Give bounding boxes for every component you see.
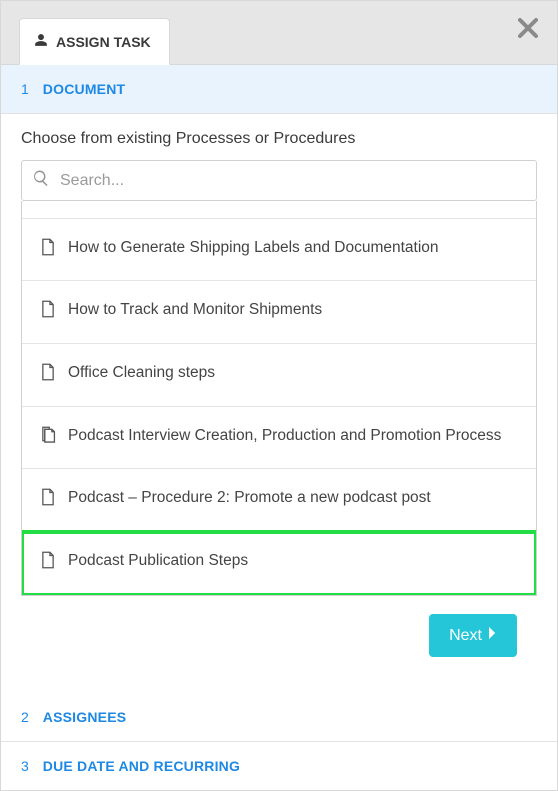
process-list-scroll[interactable]: How To Create a YouTube Thumbnail in Can…	[22, 201, 536, 595]
list-item[interactable]: Podcast Interview Creation, Production a…	[22, 407, 536, 470]
search-input[interactable]	[60, 172, 526, 190]
list-item-label: Podcast – Procedure 2: Promote a new pod…	[68, 487, 431, 509]
step-1-header[interactable]: 1 DOCUMENT	[1, 65, 557, 114]
step-2-number: 2	[21, 709, 29, 725]
list-item[interactable]: How to Track and Monitor Shipments	[22, 281, 536, 344]
list-item-label: Podcast Interview Creation, Production a…	[68, 425, 501, 447]
modal-header: ASSIGN TASK	[1, 1, 557, 65]
search-field-wrap[interactable]	[21, 160, 537, 201]
step-2-title: ASSIGNEES	[43, 709, 127, 725]
choose-label: Choose from existing Processes or Proced…	[21, 130, 537, 148]
step-3-header[interactable]: 3 DUE DATE AND RECURRING	[1, 742, 557, 790]
next-row: Next	[21, 596, 537, 675]
assign-task-tab[interactable]: ASSIGN TASK	[19, 18, 170, 65]
document-icon	[40, 299, 56, 325]
list-item[interactable]: How to Generate Shipping Labels and Docu…	[22, 219, 536, 282]
list-item[interactable]: Podcast – Procedure 2: Promote a new pod…	[22, 469, 536, 532]
close-button[interactable]	[513, 15, 543, 45]
document-icon	[40, 550, 56, 576]
step-2-header[interactable]: 2 ASSIGNEES	[1, 693, 557, 742]
assign-task-modal: ASSIGN TASK 1 DOCUMENT Choose from exist…	[0, 0, 558, 791]
document-icon	[40, 237, 56, 263]
step-1-body: Choose from existing Processes or Proced…	[1, 114, 557, 693]
list-item[interactable]: How To Create a YouTube Thumbnail in Can…	[22, 201, 536, 219]
next-button[interactable]: Next	[429, 614, 517, 657]
list-item-label: Podcast Publication Steps	[68, 550, 248, 572]
step-1-title: DOCUMENT	[43, 81, 125, 97]
tab-label: ASSIGN TASK	[56, 34, 151, 50]
step-3-number: 3	[21, 758, 29, 774]
step-3-title: DUE DATE AND RECURRING	[43, 758, 240, 774]
next-button-label: Next	[449, 627, 482, 645]
search-icon	[32, 169, 50, 192]
list-item-label: Office Cleaning steps	[68, 362, 215, 384]
list-item[interactable]: Podcast Publication Steps	[22, 532, 536, 595]
documents-icon	[40, 425, 56, 451]
document-icon	[40, 487, 56, 513]
process-list: How To Create a YouTube Thumbnail in Can…	[21, 201, 537, 596]
document-icon	[40, 362, 56, 388]
step-1-number: 1	[21, 81, 29, 97]
list-item-label: How to Track and Monitor Shipments	[68, 299, 322, 321]
chevron-right-icon	[488, 626, 497, 645]
user-icon	[34, 33, 48, 50]
list-item[interactable]: Office Cleaning steps	[22, 344, 536, 407]
close-icon	[516, 16, 540, 45]
list-item-label: How to Generate Shipping Labels and Docu…	[68, 237, 439, 259]
